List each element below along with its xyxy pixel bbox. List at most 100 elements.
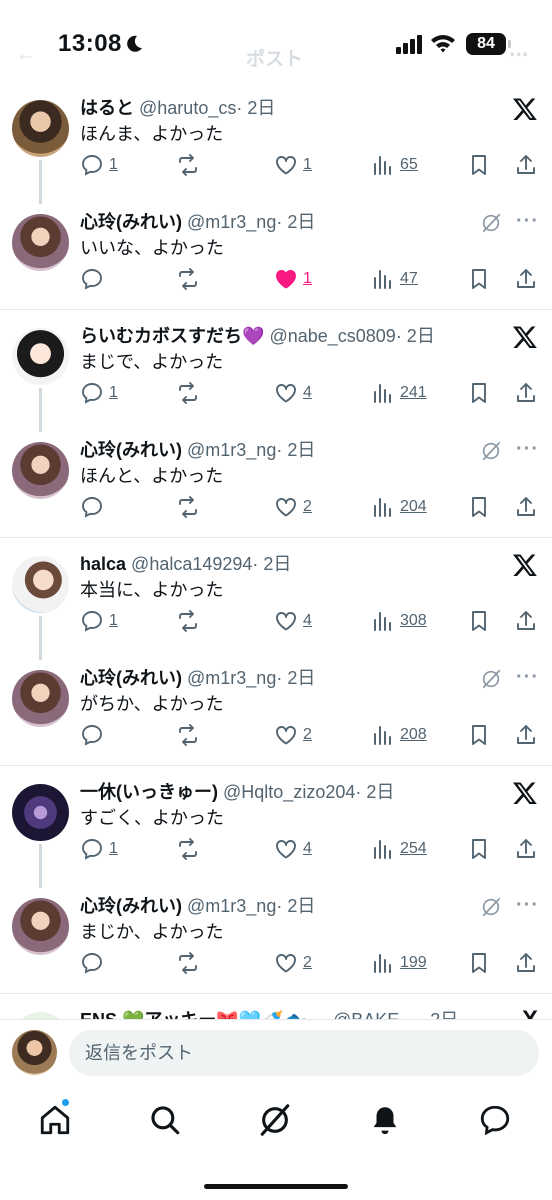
display-name[interactable]: 心玲(みれい) <box>80 440 182 460</box>
retweet-button[interactable] <box>176 832 200 866</box>
reply-button[interactable]: 1 <box>80 832 118 866</box>
reply-button[interactable] <box>80 490 109 524</box>
my-avatar[interactable] <box>12 1030 57 1075</box>
heart-icon <box>276 726 296 745</box>
reply-input[interactable] <box>69 1030 539 1076</box>
retweet-icon <box>179 382 197 404</box>
views-button[interactable]: 208 <box>371 718 427 752</box>
bookmark-button[interactable] <box>467 262 491 296</box>
nav-grok[interactable] <box>258 1103 292 1137</box>
user-handle[interactable]: @nabe_cs0809 <box>269 326 395 346</box>
share-button[interactable] <box>514 490 538 524</box>
nav-home[interactable] <box>38 1103 72 1137</box>
display-name[interactable]: はると <box>80 98 134 118</box>
like-button[interactable]: 4 <box>274 832 312 866</box>
display-name[interactable]: halca <box>80 554 126 574</box>
views-button[interactable]: 254 <box>371 832 427 866</box>
retweet-button[interactable] <box>176 490 200 524</box>
like-button[interactable]: 2 <box>274 946 312 980</box>
reply-button[interactable] <box>80 262 109 296</box>
reply-tweet[interactable]: 心玲(みれい) @m1r3_ng· 2日 ほんと、よかった ··· 2 204 <box>0 430 552 544</box>
user-handle[interactable]: @Hqlto_zizo204 <box>223 782 355 802</box>
display-name[interactable]: 心玲(みれい) <box>80 896 182 916</box>
share-button[interactable] <box>514 718 538 752</box>
reply-tweet[interactable]: 心玲(みれい) @m1r3_ng· 2日 いいな、よかった ··· 1 47 <box>0 202 552 316</box>
like-button[interactable]: 2 <box>274 718 312 752</box>
reply-button[interactable] <box>80 946 109 980</box>
reply-tweet[interactable]: halca @halca149294· 2日 本当に、よかった 1 4 308 <box>0 544 552 660</box>
bookmark-button[interactable] <box>467 718 491 752</box>
user-handle[interactable]: @m1r3_ng <box>187 212 276 232</box>
reply-tweet[interactable]: はると @haruto_cs· 2日 ほんま、よかった 1 1 65 <box>0 88 552 204</box>
retweet-icon <box>179 268 197 290</box>
views-button[interactable]: 241 <box>371 376 427 410</box>
user-handle[interactable]: @halca149294 <box>131 554 252 574</box>
reply-button[interactable]: 1 <box>80 376 118 410</box>
retweet-button[interactable] <box>176 376 200 410</box>
nav-messages[interactable] <box>478 1103 512 1137</box>
reply-tweet[interactable]: 心玲(みれい) @m1r3_ng· 2日 まじか、よかった ··· 2 199 <box>0 886 552 1000</box>
like-button[interactable]: 1 <box>274 148 312 182</box>
bookmark-icon <box>472 839 486 859</box>
like-count: 2 <box>303 954 312 971</box>
reply-button[interactable]: 1 <box>80 604 118 638</box>
display-name[interactable]: らいむカボスすだち💜 <box>80 326 264 346</box>
bookmark-button[interactable] <box>467 148 491 182</box>
back-arrow-icon[interactable]: ← <box>16 44 35 66</box>
reply-tweet[interactable]: 一休(いっきゅー) @Hqlto_zizo204· 2日 すごく、よかった 1 … <box>0 772 552 888</box>
user-handle[interactable]: @m1r3_ng <box>187 440 276 460</box>
more-options-icon[interactable]: ··· <box>516 439 540 462</box>
retweet-button[interactable] <box>176 148 200 182</box>
more-options-icon[interactable]: ··· <box>516 895 540 918</box>
share-button[interactable] <box>514 946 538 980</box>
like-button[interactable]: 2 <box>274 490 312 524</box>
bookmark-button[interactable] <box>467 490 491 524</box>
bookmark-button[interactable] <box>467 604 491 638</box>
retweet-button[interactable] <box>176 946 200 980</box>
grok-icon[interactable] <box>480 212 502 234</box>
reply-tweet[interactable]: 心玲(みれい) @m1r3_ng· 2日 がちか、よかった ··· 2 208 <box>0 658 552 772</box>
grok-icon[interactable] <box>480 896 502 918</box>
views-button[interactable]: 65 <box>371 148 418 182</box>
share-button[interactable] <box>514 832 538 866</box>
views-button[interactable]: 308 <box>371 604 427 638</box>
tweet-time: · 2日 <box>276 668 316 688</box>
retweet-button[interactable] <box>176 604 200 638</box>
heart-icon <box>276 498 296 517</box>
like-button[interactable]: 4 <box>274 376 312 410</box>
status-time: 13:08 <box>58 30 122 57</box>
user-handle[interactable]: @haruto_cs <box>139 98 236 118</box>
share-button[interactable] <box>514 604 538 638</box>
reply-tweet[interactable]: らいむカボスすだち💜 @nabe_cs0809· 2日 まじで、よかった 1 4… <box>0 316 552 432</box>
views-button[interactable]: 199 <box>371 946 427 980</box>
share-button[interactable] <box>514 262 538 296</box>
like-button[interactable]: 4 <box>274 604 312 638</box>
more-options-icon[interactable]: ··· <box>516 667 540 690</box>
retweet-button[interactable] <box>176 262 200 296</box>
bookmark-button[interactable] <box>467 376 491 410</box>
display-name[interactable]: 心玲(みれい) <box>80 212 182 232</box>
tweet-header: 心玲(みれい) @m1r3_ng· 2日 <box>80 894 472 918</box>
share-button[interactable] <box>514 148 538 182</box>
like-count: 2 <box>303 498 312 515</box>
reply-button[interactable] <box>80 718 109 752</box>
grok-icon[interactable] <box>480 668 502 690</box>
user-handle[interactable]: @m1r3_ng <box>187 896 276 916</box>
nav-notifications[interactable] <box>368 1103 402 1137</box>
share-icon <box>517 497 535 516</box>
nav-search[interactable] <box>148 1103 182 1137</box>
reply-button[interactable]: 1 <box>80 148 118 182</box>
grok-icon[interactable] <box>480 440 502 462</box>
views-button[interactable]: 47 <box>371 262 418 296</box>
display-name[interactable]: 心玲(みれい) <box>80 668 182 688</box>
display-name[interactable]: 一休(いっきゅー) <box>80 782 218 802</box>
like-button[interactable]: 1 <box>274 262 312 296</box>
bookmark-button[interactable] <box>467 946 491 980</box>
views-button[interactable]: 204 <box>371 490 427 524</box>
retweet-button[interactable] <box>176 718 200 752</box>
share-button[interactable] <box>514 376 538 410</box>
bookmark-button[interactable] <box>467 832 491 866</box>
more-options-icon[interactable]: ··· <box>516 211 540 234</box>
header-more-icon[interactable]: ⋯ <box>509 44 528 67</box>
user-handle[interactable]: @m1r3_ng <box>187 668 276 688</box>
